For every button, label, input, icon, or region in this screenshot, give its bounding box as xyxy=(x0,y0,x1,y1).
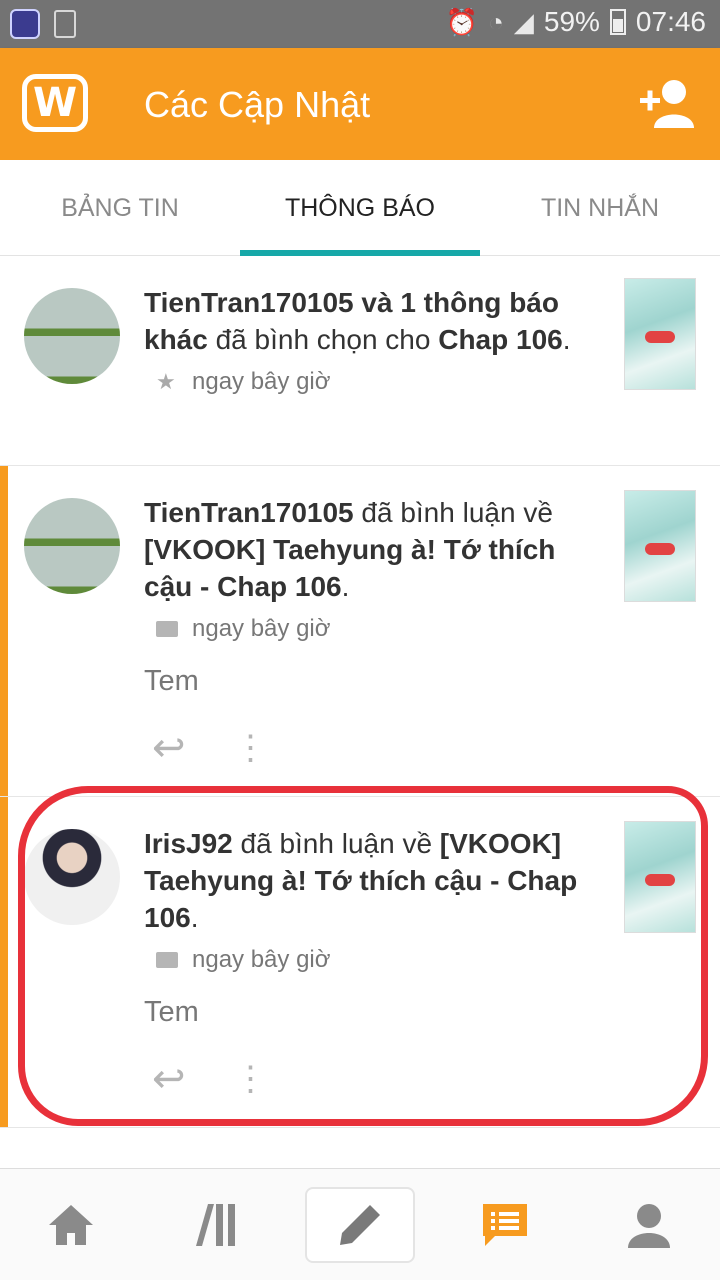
comment-text: Tem xyxy=(144,996,199,1028)
app-bar: W Các Cập Nhật xyxy=(0,48,720,160)
notification-item[interactable]: TienTran170105 và 1 thông báo khác đã bì… xyxy=(0,256,720,466)
reply-icon[interactable]: ↩ xyxy=(152,728,186,768)
notifications-icon[interactable] xyxy=(450,1169,560,1281)
avatar[interactable] xyxy=(24,288,120,384)
timestamp: ngay bây giờ xyxy=(192,615,331,642)
story-cover-thumbnail[interactable] xyxy=(624,821,696,933)
battery-percent: 59% xyxy=(543,6,600,37)
tab-bang-tin[interactable]: BẢNG TIN xyxy=(0,160,240,256)
reply-icon[interactable]: ↩ xyxy=(152,1059,186,1099)
library-icon[interactable] xyxy=(160,1169,270,1281)
add-user-icon[interactable] xyxy=(640,78,696,130)
status-bar: ⏰ ◔ ◢ 59% 07:46 xyxy=(0,0,720,48)
alarm-icon: ⏰ xyxy=(445,6,479,37)
clock: 07:46 xyxy=(635,6,706,37)
notification-item[interactable]: TienTran170105 đã bình luận về [VKOOK] T… xyxy=(0,466,720,797)
tab-tin-nhan[interactable]: TIN NHẮN xyxy=(480,160,720,256)
timestamp: ngay bây giờ xyxy=(192,946,331,973)
battery-icon xyxy=(609,9,626,35)
notification-list: TienTran170105 và 1 thông báo khác đã bì… xyxy=(0,256,720,1128)
more-options-icon[interactable]: ⋮ xyxy=(234,731,268,765)
comment-text: Tem xyxy=(144,665,199,697)
wifi-icon: ◔ xyxy=(488,6,504,37)
story-cover-thumbnail[interactable] xyxy=(624,278,696,390)
notification-text: IrisJ92 đã bình luận về [VKOOK] Taehyung… xyxy=(144,828,578,933)
more-options-icon[interactable]: ⋮ xyxy=(234,1062,268,1096)
recycle-icon xyxy=(54,10,76,38)
signal-icon: ◢ xyxy=(513,6,534,37)
story-cover-thumbnail[interactable] xyxy=(624,490,696,602)
timestamp: ngay bây giờ xyxy=(192,368,331,395)
bottom-nav xyxy=(0,1168,720,1280)
tab-thong-bao[interactable]: THÔNG BÁO xyxy=(240,160,480,256)
app-notification-icon xyxy=(10,9,40,39)
profile-icon[interactable] xyxy=(594,1169,704,1281)
avatar[interactable] xyxy=(24,829,120,925)
notification-text: TienTran170105 đã bình luận về [VKOOK] T… xyxy=(144,497,556,602)
tab-bar: BẢNG TIN THÔNG BÁO TIN NHẮN xyxy=(0,160,720,256)
page-title: Các Cập Nhật xyxy=(144,84,371,125)
write-icon[interactable] xyxy=(305,1187,415,1263)
notification-text: TienTran170105 và 1 thông báo khác đã bì… xyxy=(144,287,571,355)
comment-icon xyxy=(156,621,178,637)
comment-icon xyxy=(156,952,178,968)
notification-item[interactable]: IrisJ92 đã bình luận về [VKOOK] Taehyung… xyxy=(0,797,720,1128)
avatar[interactable] xyxy=(24,498,120,594)
star-icon: ★ xyxy=(156,369,176,394)
home-icon[interactable] xyxy=(16,1169,126,1281)
wattpad-logo[interactable]: W xyxy=(22,74,88,132)
